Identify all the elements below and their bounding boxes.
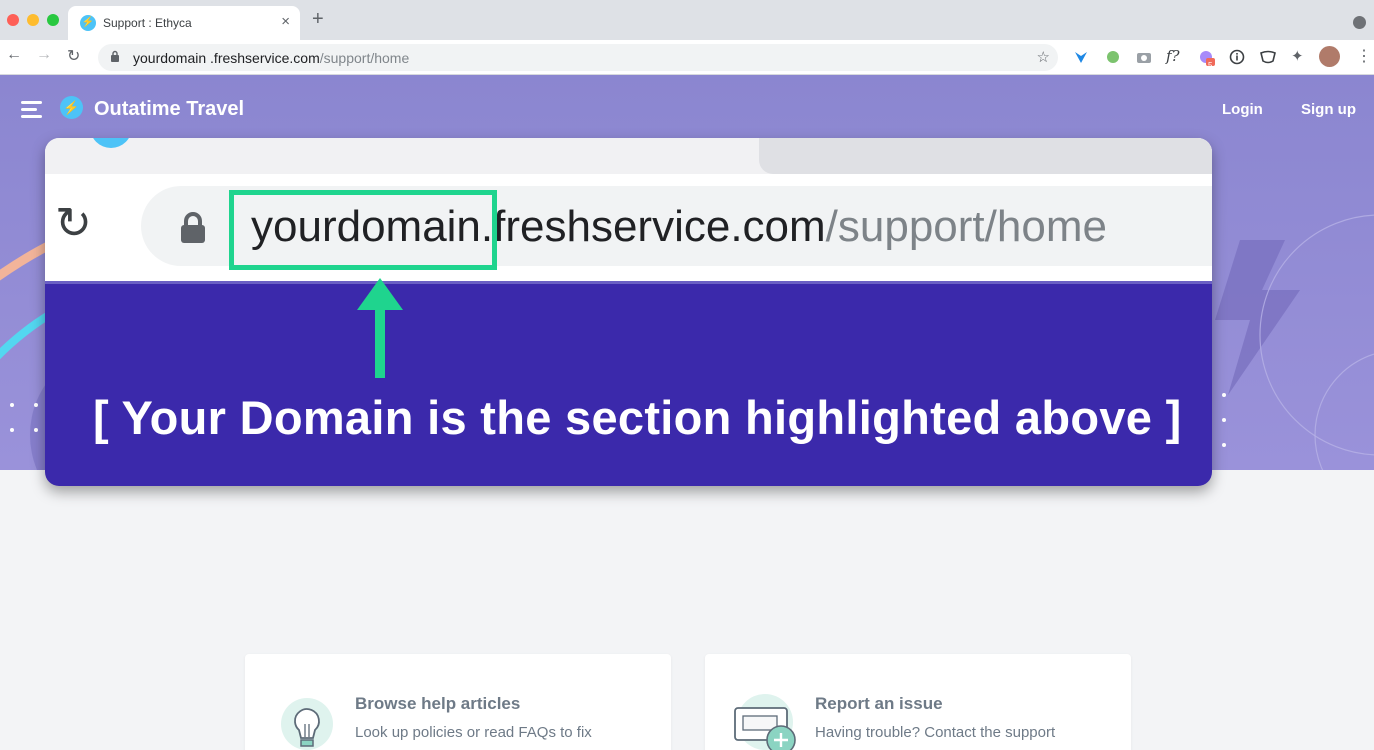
up-arrow-icon xyxy=(357,278,403,378)
info-extension-icon[interactable] xyxy=(1229,49,1245,65)
callout-caption: [ Your Domain is the section highlighted… xyxy=(93,391,1182,444)
report-issue-card[interactable]: Report an issue Having trouble? Contact … xyxy=(705,654,1131,750)
address-url[interactable]: yourdomain .freshservice.com/support/hom… xyxy=(133,50,409,66)
browser-tab[interactable]: ⚡ Support : Ethyca × xyxy=(68,6,300,40)
url-path: /support/home xyxy=(319,50,410,66)
callout-reload-icon: ↻ xyxy=(55,198,92,249)
profile-avatar[interactable] xyxy=(1319,46,1340,67)
back-icon[interactable]: ← xyxy=(6,46,22,64)
leaf-extension-icon[interactable] xyxy=(1105,49,1121,65)
lightbulb-icon xyxy=(281,698,333,750)
address-bar[interactable]: yourdomain .freshservice.com/support/hom… xyxy=(98,44,1058,71)
privacy-extension-icon[interactable] xyxy=(1259,49,1277,65)
browser-toolbar: ← → ↻ yourdomain .freshservice.com/suppo… xyxy=(0,40,1374,75)
sparkle-extension-icon[interactable] xyxy=(1198,49,1216,67)
callout-url-path: /support/home xyxy=(825,202,1107,251)
login-link[interactable]: Login xyxy=(1222,101,1263,118)
callout-url-host: .freshservice.com xyxy=(480,202,826,251)
card-description: Having trouble? Contact the support xyxy=(815,724,1056,741)
tab-search-icon[interactable] xyxy=(1353,16,1366,29)
lock-icon xyxy=(111,50,119,62)
browse-articles-card[interactable]: Browse help articles Look up policies or… xyxy=(245,654,671,750)
url-domain: yourdomain .freshservice.com xyxy=(133,50,320,66)
tab-title: Support : Ethyca xyxy=(103,16,192,30)
signup-link[interactable]: Sign up xyxy=(1301,101,1356,118)
callout-lock-icon xyxy=(181,212,205,243)
camera-extension-icon[interactable] xyxy=(1136,49,1152,65)
menu-icon[interactable]: ⋮ xyxy=(1356,49,1372,65)
domain-callout: ↻ yourdomain.freshservice.com/support/ho… xyxy=(45,138,1212,486)
card-title[interactable]: Report an issue xyxy=(815,694,943,714)
extension-badge: 5 xyxy=(1208,61,1213,70)
ticket-add-icon xyxy=(734,694,796,750)
puzzle-icon[interactable]: ✦ xyxy=(1291,49,1304,65)
domain-highlight-box xyxy=(229,190,497,270)
callout-browser-zoom: ↻ yourdomain.freshservice.com/support/ho… xyxy=(45,138,1212,284)
forward-icon[interactable]: → xyxy=(36,46,52,64)
card-description: Look up policies or read FAQs to fix xyxy=(355,724,592,741)
star-icon[interactable]: ☆ xyxy=(1037,48,1050,66)
hamburger-menu-icon[interactable] xyxy=(21,101,42,122)
reload-icon[interactable]: ↻ xyxy=(67,46,80,66)
minimize-window-button[interactable] xyxy=(27,14,39,26)
close-window-button[interactable] xyxy=(7,14,19,26)
maximize-window-button[interactable] xyxy=(47,14,59,26)
formula-extension-icon[interactable]: f? xyxy=(1166,48,1180,64)
tab-close-button[interactable]: × xyxy=(281,13,290,30)
new-tab-button[interactable]: + xyxy=(312,8,324,31)
card-title[interactable]: Browse help articles xyxy=(355,694,520,714)
tab-favicon-icon: ⚡ xyxy=(80,15,96,31)
brand-name[interactable]: Outatime Travel xyxy=(94,98,244,121)
vpn-extension-icon[interactable] xyxy=(1073,49,1089,65)
callout-tab xyxy=(759,138,1212,174)
brand-logo-icon[interactable]: ⚡ xyxy=(60,96,83,119)
browser-tab-strip: ⚡ Support : Ethyca × + xyxy=(0,0,1374,40)
